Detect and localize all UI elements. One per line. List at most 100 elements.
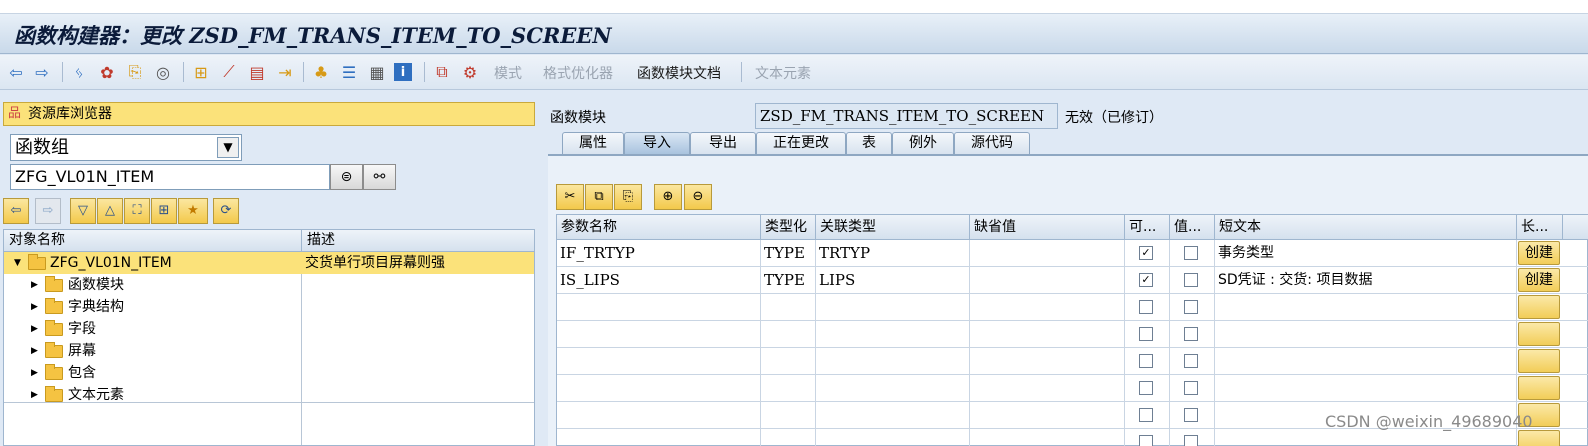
tab-source-code[interactable]: 源代码 [954,132,1030,154]
cell-parameter-name[interactable] [557,294,761,320]
table-row[interactable] [557,348,1588,375]
optional-checkbox[interactable] [1139,354,1153,368]
display-object-button[interactable]: ⊜ [330,164,363,190]
collapse-icon[interactable]: ▽ [70,198,96,224]
pass-value-checkbox[interactable] [1184,354,1198,368]
activate-icon[interactable]: ✿ [96,61,118,83]
chevron-down-icon[interactable]: ▼ [217,137,239,158]
cell-associated-type[interactable] [816,375,970,401]
cell-short-text[interactable] [1215,321,1517,347]
binoculars-icon[interactable]: ⛶ [124,198,150,224]
navigation-icon[interactable]: ♣ [310,61,332,83]
tree-node-function-modules[interactable]: ▶ 函数模块 [4,274,534,296]
create-long-text-button[interactable]: 创建 [1518,241,1560,265]
previous-object-button[interactable]: ⇦ [3,198,29,224]
tree-node-includes[interactable]: ▶ 包含 [4,362,534,384]
favorites-icon[interactable]: ★ [178,198,208,224]
cell-associated-type[interactable] [816,429,970,446]
cell-short-text[interactable]: SD凭证 : 交货: 项目数据 [1215,267,1517,293]
info-icon[interactable]: i [394,63,412,81]
tree-node-screens[interactable]: ▶ 屏幕 [4,340,534,362]
function-module-name-field[interactable]: ZSD_FM_TRANS_ITEM_TO_SCREEN [755,103,1058,129]
cell-parameter-name[interactable] [557,375,761,401]
create-long-text-button[interactable] [1518,376,1560,400]
create-long-text-button[interactable] [1518,349,1560,373]
table-row[interactable]: IS_LIPS TYPE LIPS SD凭证 : 交货: 项目数据 ✓ 创建 [557,267,1588,294]
tab-exceptions[interactable]: 例外 [892,132,954,154]
cell-typing[interactable] [761,429,816,446]
pass-value-checkbox[interactable] [1184,300,1198,314]
tree-structure-icon[interactable]: ⊞ [151,198,177,224]
cell-default-value[interactable] [970,240,1125,266]
optional-checkbox[interactable] [1139,435,1153,446]
cell-short-text[interactable] [1215,375,1517,401]
fm-documentation-button[interactable]: 函数模块文档 [637,63,721,83]
tree-icon[interactable]: ☰ [338,61,360,83]
cell-parameter-name[interactable]: IS_LIPS [557,267,761,293]
cell-associated-type[interactable] [816,294,970,320]
tree-node-fields[interactable]: ▶ 字段 [4,318,534,340]
column-header-pass-value[interactable]: 值... [1170,215,1215,240]
table-row[interactable] [557,294,1588,321]
object-type-select[interactable]: 函数组 ▼ [10,134,242,161]
tab-export[interactable]: 导出 [690,132,756,154]
cell-default-value[interactable] [970,429,1125,446]
cell-typing[interactable]: TYPE [761,240,816,266]
tab-attributes[interactable]: 属性 [562,132,624,154]
pass-value-checkbox[interactable] [1184,246,1198,260]
optional-checkbox[interactable]: ✓ [1139,246,1153,260]
pass-value-checkbox[interactable] [1184,327,1198,341]
collapsed-triangle-icon[interactable]: ▶ [31,318,38,340]
create-long-text-button[interactable] [1518,295,1560,319]
cell-associated-type[interactable] [816,321,970,347]
optional-checkbox[interactable] [1139,408,1153,422]
insert-row-button[interactable]: ⊕ [654,184,682,210]
column-header-long-text[interactable]: 长... [1517,215,1563,240]
check-icon[interactable]: ᛃ [68,61,90,83]
cell-associated-type[interactable]: LIPS [816,267,970,293]
optional-checkbox[interactable] [1139,327,1153,341]
move-icon[interactable]: ⇥ [274,61,296,83]
layout-icon[interactable]: ▦ [366,61,388,83]
refresh-icon[interactable]: ⟳ [213,198,239,224]
cell-associated-type[interactable]: TRTYP [816,240,970,266]
test-icon[interactable]: ⧉ [431,61,453,83]
cell-parameter-name[interactable] [557,402,761,428]
expanded-triangle-icon[interactable]: ▼ [14,252,21,274]
column-header-short-text[interactable]: 短文本 [1215,215,1517,240]
pass-value-checkbox[interactable] [1184,408,1198,422]
column-header-default-value[interactable]: 缺省值 [970,215,1125,240]
cell-short-text[interactable] [1215,348,1517,374]
expand-icon[interactable]: △ [97,198,123,224]
column-header-parameter-name[interactable]: 参数名称 [557,215,761,240]
copy-row-button[interactable]: ⧉ [585,184,613,210]
column-header-description[interactable]: 描述 [302,230,534,252]
cell-short-text[interactable] [1215,429,1517,446]
tab-changing[interactable]: 正在更改 [756,132,846,154]
column-header-associated-type[interactable]: 关联类型 [816,215,970,240]
object-name-input[interactable]: ZFG_VL01N_ITEM [10,164,330,190]
cell-typing[interactable] [761,348,816,374]
paste-row-button[interactable]: ⎘ [614,184,642,210]
cell-short-text[interactable] [1215,294,1517,320]
optional-checkbox[interactable] [1139,300,1153,314]
cell-parameter-name[interactable] [557,321,761,347]
text-elements-button[interactable]: 文本元素 [755,63,811,83]
glasses-button[interactable]: ⚯ [363,164,396,190]
collapsed-triangle-icon[interactable]: ▶ [31,274,38,296]
cell-parameter-name[interactable] [557,429,761,446]
create-long-text-button[interactable]: 创建 [1518,268,1560,292]
insert-icon[interactable]: ▤ [246,61,268,83]
optional-checkbox[interactable]: ✓ [1139,273,1153,287]
optional-checkbox[interactable] [1139,381,1153,395]
tree-node-dictionary-structures[interactable]: ▶ 字典结构 [4,296,534,318]
cell-associated-type[interactable] [816,402,970,428]
mode-button[interactable]: 模式 [494,63,522,83]
cell-default-value[interactable] [970,294,1125,320]
column-header-typing[interactable]: 类型化 [761,215,816,240]
cell-default-value[interactable] [970,402,1125,428]
cell-typing[interactable] [761,321,816,347]
collapsed-triangle-icon[interactable]: ▶ [31,296,38,318]
cell-parameter-name[interactable]: IF_TRTYP [557,240,761,266]
pass-value-checkbox[interactable] [1184,435,1198,446]
